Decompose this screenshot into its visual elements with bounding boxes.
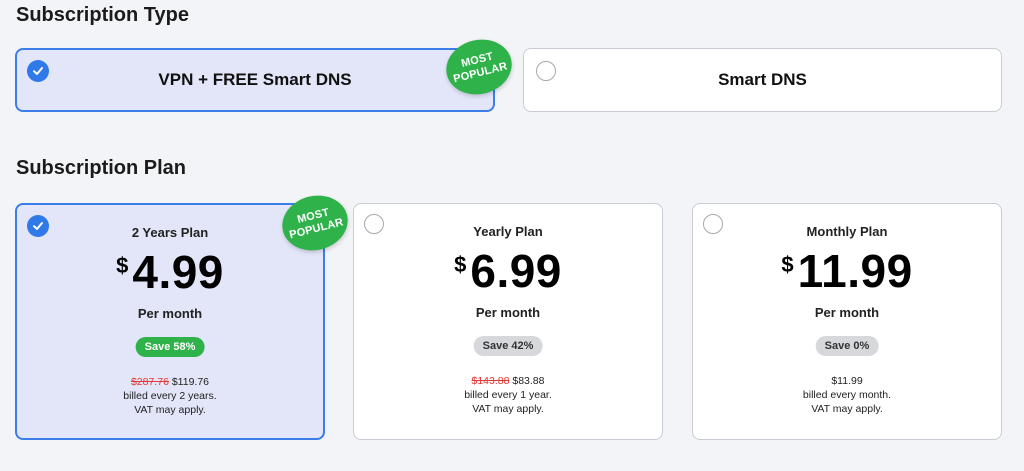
plan-price: $ 6.99 <box>354 244 662 298</box>
save-badge: Save 42% <box>473 336 543 356</box>
checkmark-icon <box>27 60 49 82</box>
old-price: $287.76 <box>130 376 169 388</box>
billing-info: $287.76 $119.76 billed every 2 years. VA… <box>17 375 323 417</box>
plan-name: Yearly Plan <box>473 224 543 239</box>
price-amount: 11.99 <box>797 245 913 297</box>
currency-symbol: $ <box>454 252 467 277</box>
price-amount: 6.99 <box>470 245 562 297</box>
subscription-plan-title: Subscription Plan <box>16 157 187 179</box>
type-option-smart-dns[interactable]: Smart DNS <box>523 48 1002 112</box>
type-option-vpn-smart-dns[interactable]: VPN + FREE Smart DNS <box>15 48 495 112</box>
per-month-label: Per month <box>814 305 880 320</box>
total-price: $119.76 <box>171 376 210 388</box>
billing-info: $11.99 billed every month. VAT may apply… <box>693 374 1001 416</box>
save-badge: Save 0% <box>815 336 879 356</box>
price-amount: 4.99 <box>132 246 224 298</box>
per-month-label: Per month <box>137 306 203 321</box>
plan-card-monthly[interactable]: Monthly Plan $ 11.99 Per month Save 0% $… <box>692 203 1002 440</box>
billing-period: billed every month. <box>802 389 892 401</box>
currency-symbol: $ <box>781 252 794 277</box>
billing-period: billed every 1 year. <box>464 389 552 401</box>
type-option-label: VPN + FREE Smart DNS <box>158 70 352 89</box>
currency-symbol: $ <box>116 253 129 278</box>
old-price: $143.88 <box>471 375 510 387</box>
per-month-label: Per month <box>475 305 541 320</box>
plan-name: 2 Years Plan <box>131 225 209 240</box>
billing-info: $143.88 $83.88 billed every 1 year. VAT … <box>354 374 662 416</box>
vat-note: VAT may apply. <box>811 403 883 415</box>
save-badge: Save 58% <box>135 337 205 357</box>
type-option-label: Smart DNS <box>718 70 807 89</box>
plan-name: Monthly Plan <box>806 224 888 239</box>
plan-price: $ 4.99 <box>17 245 323 299</box>
billing-period: billed every 2 years. <box>123 390 217 402</box>
plan-card-yearly[interactable]: Yearly Plan $ 6.99 Per month Save 42% $1… <box>353 203 663 440</box>
vat-note: VAT may apply. <box>134 404 206 416</box>
subscription-type-title: Subscription Type <box>16 4 189 26</box>
radio-icon <box>536 61 556 81</box>
vat-note: VAT may apply. <box>472 403 544 415</box>
plan-card-2-years[interactable]: 2 Years Plan $ 4.99 Per month Save 58% $… <box>15 203 325 440</box>
plan-price: $ 11.99 <box>693 244 1001 298</box>
total-price: $83.88 <box>512 375 545 387</box>
total-price: $11.99 <box>831 375 863 387</box>
